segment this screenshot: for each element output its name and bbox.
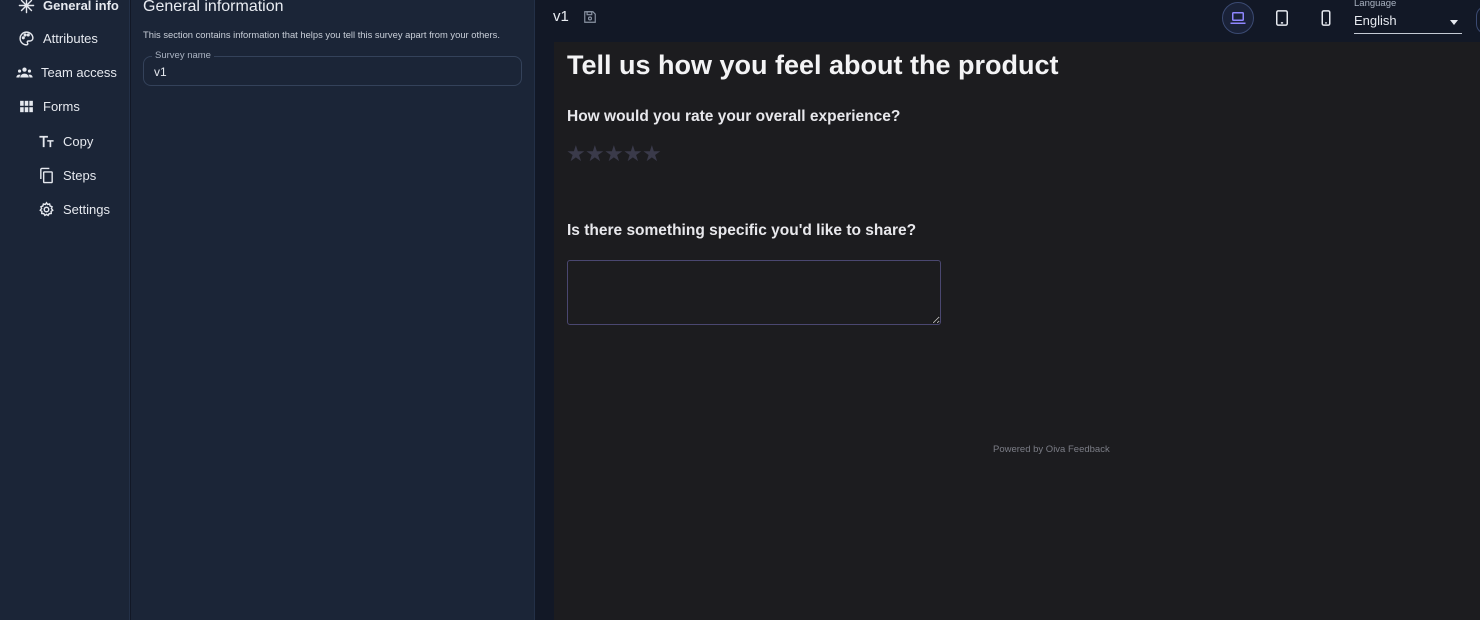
app-root: General info Attributes Team access Form… bbox=[0, 0, 1480, 620]
copy-pages-icon bbox=[37, 166, 55, 184]
grid-icon bbox=[17, 97, 35, 115]
language-value: English bbox=[1354, 13, 1397, 28]
survey-preview: Tell us how you feel about the product H… bbox=[554, 42, 1480, 620]
people-icon bbox=[15, 63, 33, 81]
sidebar-item-label: General info bbox=[43, 0, 119, 13]
sidebar-item-team-access[interactable]: Team access bbox=[15, 63, 117, 81]
star-icon[interactable]: ★ bbox=[642, 143, 662, 167]
language-select[interactable]: English bbox=[1354, 12, 1462, 34]
tablet-icon bbox=[1273, 9, 1291, 27]
sidebar-item-label: Team access bbox=[41, 64, 117, 80]
caret-down-icon bbox=[1450, 20, 1458, 25]
star-icon[interactable]: ★ bbox=[604, 143, 624, 167]
survey-name-label: Survey name bbox=[152, 50, 214, 62]
device-tablet-button[interactable] bbox=[1266, 2, 1298, 34]
survey-title: Tell us how you feel about the product bbox=[567, 50, 1059, 80]
sidebar-item-label: Copy bbox=[63, 133, 94, 149]
sidebar-item-label: Steps bbox=[63, 167, 97, 183]
gear-icon bbox=[37, 200, 55, 218]
sidebar-item-copy[interactable]: Copy bbox=[37, 132, 93, 150]
star-rating: ★ ★ ★ ★ ★ bbox=[566, 143, 662, 167]
sidebar-nav: General info Attributes Team access Form… bbox=[0, 0, 130, 620]
save-icon[interactable] bbox=[583, 10, 597, 24]
star-icon[interactable]: ★ bbox=[585, 143, 605, 167]
sidebar-item-attributes[interactable]: Attributes bbox=[17, 29, 98, 47]
survey-name-field: Survey name bbox=[143, 50, 522, 86]
sidebar-item-general-info[interactable]: General info bbox=[17, 0, 119, 14]
device-phone-button[interactable] bbox=[1310, 2, 1342, 34]
palette-icon bbox=[17, 29, 35, 47]
sidebar-item-label: Attributes bbox=[43, 30, 98, 46]
version-label: v1 bbox=[553, 8, 569, 25]
panel-title: General information bbox=[143, 0, 284, 15]
share-textarea[interactable] bbox=[567, 260, 941, 325]
powered-by-label: Powered by Oiva Feedback bbox=[993, 444, 1110, 455]
sidebar-item-label: Settings bbox=[63, 201, 110, 217]
general-info-panel: General information This section contain… bbox=[131, 0, 535, 620]
phone-icon bbox=[1317, 9, 1335, 27]
edge-toggle-button[interactable] bbox=[1476, 6, 1480, 34]
sidebar-item-steps[interactable]: Steps bbox=[37, 166, 96, 184]
sidebar-item-forms[interactable]: Forms bbox=[17, 97, 80, 115]
sidebar-item-label: Forms bbox=[43, 98, 80, 114]
text-icon bbox=[37, 132, 55, 150]
question-share: Is there something specific you'd like t… bbox=[567, 222, 917, 239]
survey-name-input[interactable] bbox=[154, 65, 504, 79]
star-icon[interactable]: ★ bbox=[566, 143, 586, 167]
panel-description: This section contains information that h… bbox=[143, 29, 500, 40]
star-icon[interactable]: ★ bbox=[623, 143, 643, 167]
snowflake-icon bbox=[17, 0, 35, 14]
language-label: Language bbox=[1354, 0, 1397, 9]
device-desktop-button[interactable] bbox=[1222, 2, 1254, 34]
preview-area: v1 Language English Tell us how you feel… bbox=[536, 0, 1480, 620]
laptop-icon bbox=[1229, 9, 1247, 27]
question-rating: How would you rate your overall experien… bbox=[567, 108, 901, 125]
sidebar-item-settings[interactable]: Settings bbox=[37, 200, 110, 218]
